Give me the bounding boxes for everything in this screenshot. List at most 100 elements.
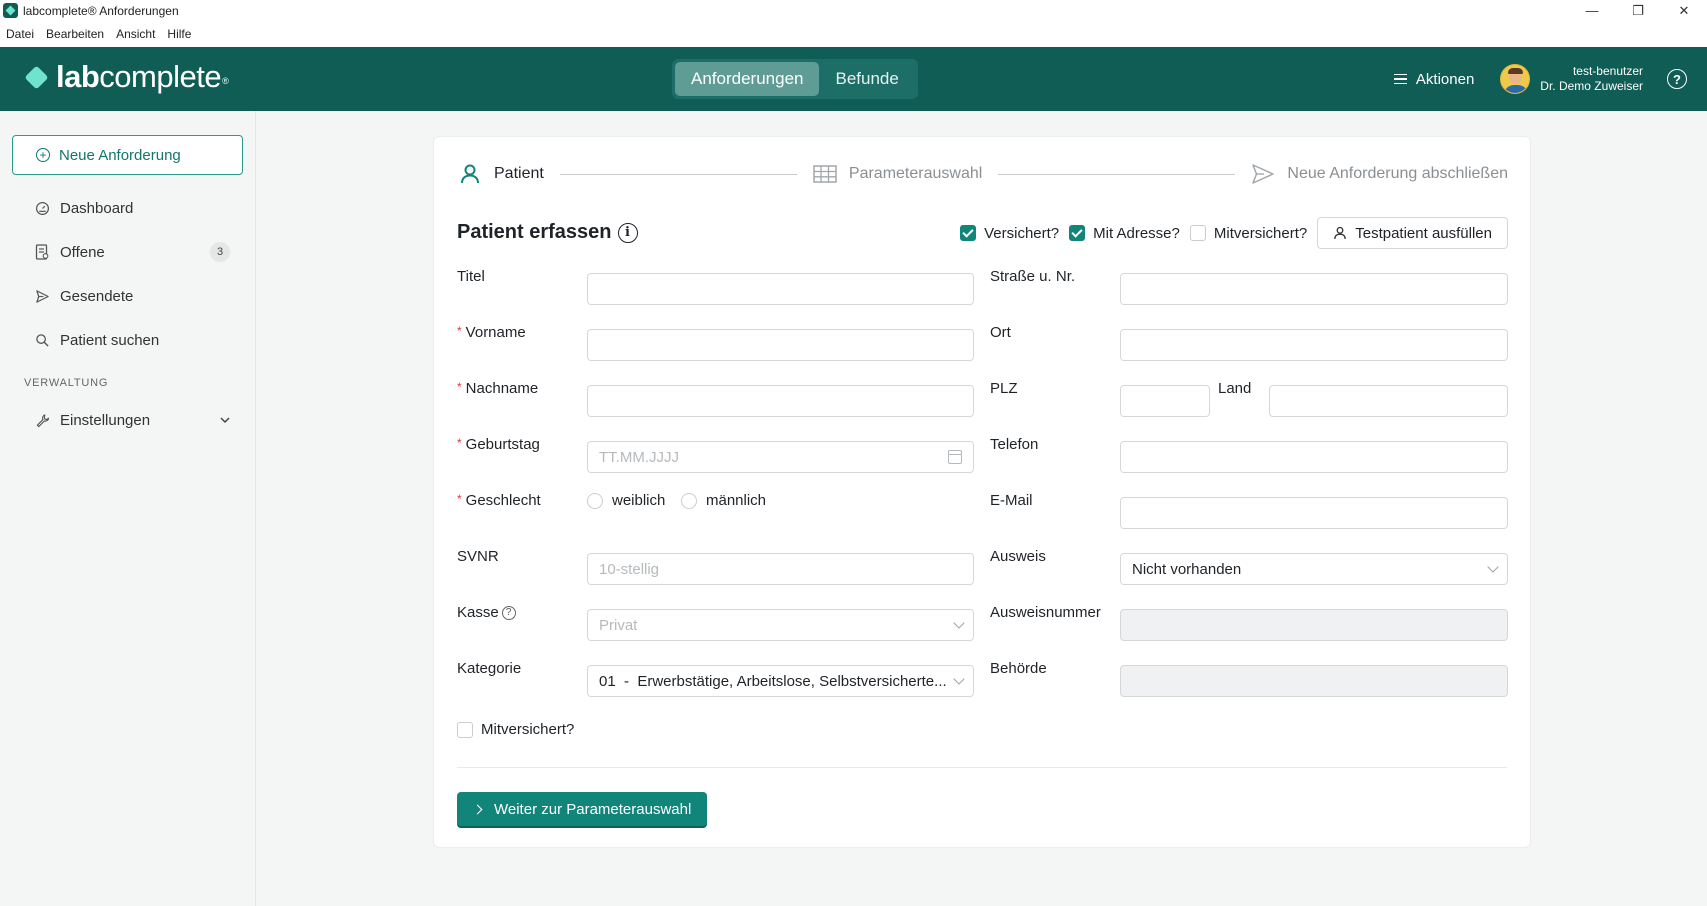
telefon-label: Telefon — [990, 436, 1039, 453]
option-label: Mitversichert? — [1213, 224, 1308, 242]
kategorie-select[interactable]: 01 - Erwerbstätige, Arbeitslose, Selbstv… — [587, 665, 974, 697]
send-icon — [1251, 162, 1275, 186]
user-icon — [1333, 226, 1347, 240]
strasse-input[interactable] — [1120, 273, 1508, 305]
step-patient[interactable]: Patient — [458, 162, 544, 186]
plz-input[interactable] — [1120, 385, 1210, 417]
logo[interactable]: lab complete ® — [24, 59, 229, 95]
land-label: Land — [1218, 380, 1252, 397]
app-icon — [3, 3, 18, 18]
user-info[interactable]: test-benutzer Dr. Demo Zuweiser — [1540, 64, 1643, 94]
strasse-label: Straße u. Nr. — [990, 268, 1076, 285]
ort-label: Ort — [990, 324, 1011, 341]
menu-hilfe[interactable]: Hilfe — [167, 27, 191, 41]
sidebar-item-label: Gesendete — [60, 287, 134, 305]
plz-label: PLZ — [990, 380, 1018, 397]
step-label: Patient — [494, 165, 544, 182]
close-button[interactable]: ✕ — [1661, 0, 1707, 21]
sidebar-item-offene[interactable]: Offene 3 — [34, 241, 230, 263]
ausweis-label: Ausweis — [990, 548, 1046, 565]
radio-circle[interactable] — [587, 492, 603, 509]
ausweisnummer-input[interactable] — [1120, 609, 1508, 641]
wrench-icon — [34, 412, 50, 428]
behoerde-label: Behörde — [990, 660, 1047, 677]
info-icon[interactable]: i — [617, 222, 638, 243]
sidebar-item-dashboard[interactable]: Dashboard — [34, 197, 230, 219]
land-input[interactable] — [1269, 385, 1508, 417]
sidebar-item-label: Offene — [60, 243, 105, 261]
calendar-icon[interactable] — [948, 450, 962, 464]
behoerde-input[interactable] — [1120, 665, 1508, 697]
nachname-input[interactable] — [587, 385, 974, 417]
sidebar-item-patient-suchen[interactable]: Patient suchen — [34, 329, 230, 351]
titel-label: Titel — [457, 268, 485, 285]
checkbox-mitversichert-bottom[interactable] — [457, 721, 473, 738]
menu-bar: Datei Bearbeiten Ansicht Hilfe — [0, 21, 1707, 47]
logo-registered-mark: ® — [222, 76, 229, 86]
next-button-label: Weiter zur Parameterauswahl — [494, 800, 692, 818]
dashboard-icon — [34, 200, 50, 216]
window-titlebar: labcomplete® Anforderungen — ❐ ✕ — [0, 0, 1707, 21]
actions-menu-button[interactable]: Aktionen — [1393, 70, 1475, 88]
radio-maennlich[interactable]: männlich — [681, 492, 766, 509]
count-badge: 3 — [210, 242, 230, 262]
tab-befunde[interactable]: Befunde — [819, 62, 914, 96]
option-mit-adresse[interactable]: Mit Adresse? — [1069, 225, 1180, 242]
radio-label: männlich — [706, 492, 767, 509]
checkbox-mitversichert[interactable] — [1189, 225, 1206, 241]
actions-label: Aktionen — [1415, 70, 1475, 88]
window-title: labcomplete® Anforderungen — [23, 3, 179, 18]
ausweis-select[interactable]: Nicht vorhanden — [1120, 553, 1508, 585]
chevron-down-icon — [953, 673, 965, 685]
mitversichert-checkbox-row[interactable]: Mitversichert? — [457, 721, 574, 738]
fill-test-patient-button[interactable]: Testpatient ausfüllen — [1317, 217, 1508, 249]
ort-input[interactable] — [1120, 329, 1508, 361]
menu-ansicht[interactable]: Ansicht — [116, 27, 155, 41]
option-label: Mit Adresse? — [1093, 224, 1180, 242]
option-mitversichert[interactable]: Mitversichert? — [1189, 224, 1308, 242]
avatar[interactable] — [1500, 64, 1531, 94]
radio-circle[interactable] — [681, 492, 697, 509]
option-label: Versichert? — [984, 224, 1060, 242]
titel-input[interactable] — [587, 273, 974, 305]
email-input[interactable] — [1120, 497, 1508, 529]
checkbox-versichert[interactable] — [960, 225, 977, 241]
user-icon — [458, 162, 482, 186]
sidebar-item-label: Dashboard — [60, 199, 134, 217]
kasse-select[interactable]: Privat — [587, 609, 974, 641]
new-request-button[interactable]: + Neue Anforderung — [12, 135, 243, 175]
telefon-input[interactable] — [1120, 441, 1508, 473]
step-connector — [559, 173, 797, 175]
option-versichert[interactable]: Versichert? — [960, 225, 1059, 242]
step-label: Parameterauswahl — [848, 165, 983, 182]
maximize-button[interactable]: ❐ — [1615, 0, 1661, 21]
kasse-label: Kasse? — [457, 604, 516, 621]
checkbox-mit-adresse[interactable] — [1069, 225, 1086, 241]
tab-anforderungen[interactable]: Anforderungen — [675, 62, 820, 96]
geburtstag-input[interactable]: TT.MM.JJJJ — [587, 441, 974, 473]
minimize-button[interactable]: — — [1569, 0, 1615, 21]
vorname-input[interactable] — [587, 329, 974, 361]
divider — [457, 767, 1507, 768]
vorname-label: * Vorname — [457, 324, 526, 341]
sidebar-item-gesendete[interactable]: Gesendete — [34, 285, 230, 307]
help-icon[interactable]: ? — [1667, 69, 1687, 89]
next-parameterauswahl-button[interactable]: Weiter zur Parameterauswahl — [457, 792, 707, 826]
fill-test-patient-label: Testpatient ausfüllen — [1355, 224, 1492, 242]
svnr-label: SVNR — [457, 548, 499, 565]
form-options: Versichert? Mit Adresse? Mitversichert? … — [960, 217, 1508, 249]
table-icon — [813, 162, 837, 186]
sidebar-item-einstellungen[interactable]: Einstellungen — [34, 409, 230, 431]
user-name: test-benutzer — [1572, 64, 1643, 78]
menu-icon — [1393, 71, 1407, 88]
ausweisnummer-label: Ausweisnummer — [990, 604, 1101, 621]
menu-bearbeiten[interactable]: Bearbeiten — [46, 27, 104, 41]
step-abschliessen[interactable]: Neue Anforderung abschließen — [1251, 162, 1508, 186]
menu-datei[interactable]: Datei — [6, 27, 34, 41]
app-header: lab complete ® Anforderungen Befunde Aktio… — [0, 47, 1707, 111]
radio-weiblich[interactable]: weiblich — [587, 492, 665, 509]
help-circle-icon[interactable]: ? — [501, 605, 516, 620]
step-parameterauswahl[interactable]: Parameterauswahl — [813, 162, 982, 186]
chevron-down-icon[interactable] — [220, 413, 230, 427]
svnr-input[interactable]: 10-stellig — [587, 553, 974, 585]
